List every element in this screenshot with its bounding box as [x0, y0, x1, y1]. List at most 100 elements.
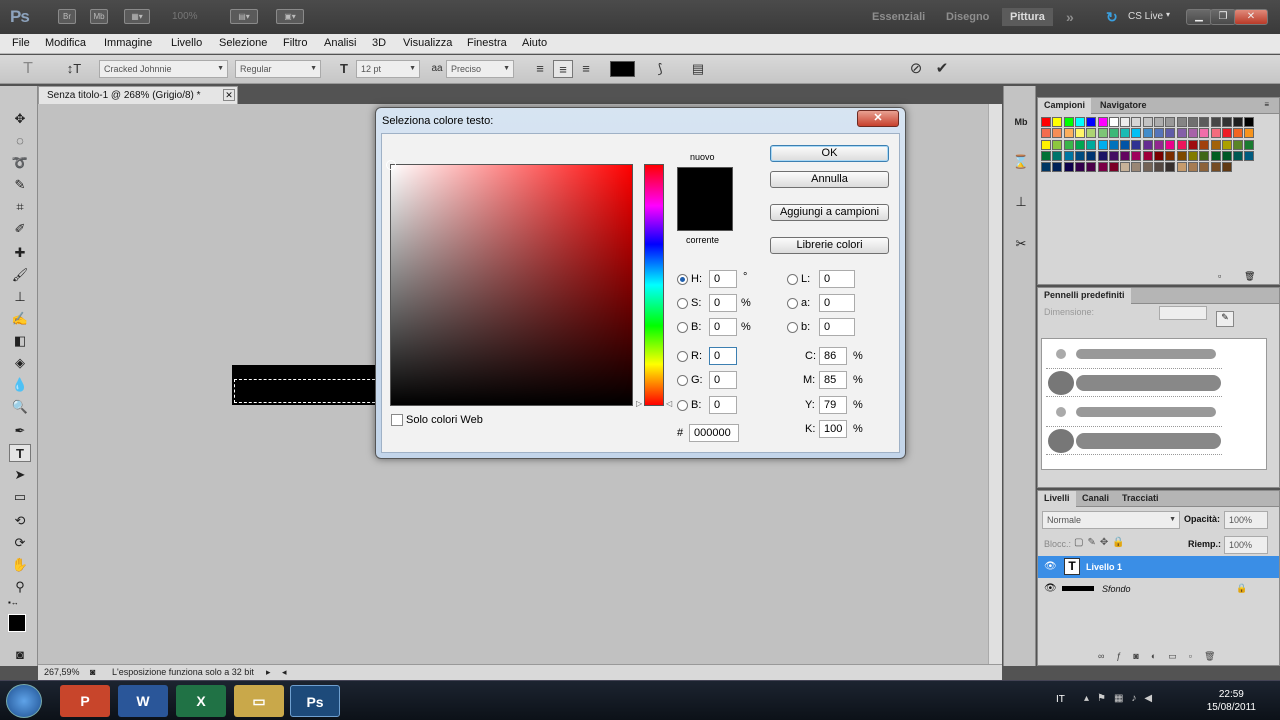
- color-swatch[interactable]: [1108, 162, 1119, 173]
- tab-canali[interactable]: Canali: [1076, 491, 1115, 507]
- color-swatch[interactable]: [1233, 128, 1244, 139]
- minibridge-icon[interactable]: Mb: [90, 9, 108, 24]
- color-swatch[interactable]: [1233, 117, 1244, 127]
- color-swatch[interactable]: [1187, 139, 1198, 150]
- color-swatch[interactable]: [1086, 150, 1097, 161]
- color-swatch[interactable]: [1063, 128, 1074, 139]
- color-swatch[interactable]: [1210, 150, 1221, 161]
- hue-slider-right-handle[interactable]: ◁: [666, 399, 672, 408]
- color-swatch[interactable]: [1187, 150, 1198, 161]
- color-swatch[interactable]: [1120, 128, 1131, 139]
- color-swatch[interactable]: [1221, 162, 1232, 173]
- color-swatch[interactable]: [1041, 117, 1051, 127]
- color-swatch[interactable]: [1131, 150, 1142, 161]
- color-swatch[interactable]: [1063, 117, 1074, 127]
- font-size-select[interactable]: 12 pt ▼: [356, 60, 420, 78]
- color-swatch[interactable]: [1041, 150, 1051, 161]
- color-swatch[interactable]: [1041, 128, 1051, 139]
- taskbar-word[interactable]: W: [118, 685, 168, 717]
- healing-brush-icon[interactable]: ✚: [9, 244, 31, 262]
- dialog-close-button[interactable]: ✕: [857, 110, 899, 127]
- color-swatch[interactable]: [1074, 117, 1085, 127]
- color-swatch[interactable]: [1244, 128, 1255, 139]
- menu-visualizza[interactable]: Visualizza: [403, 37, 452, 49]
- cancel-edit-icon[interactable]: ⊘: [906, 60, 926, 78]
- layer-name[interactable]: Sfondo: [1102, 584, 1131, 594]
- layer-row-sfondo[interactable]: 👁 Sfondo 🔒: [1038, 578, 1279, 600]
- color-swatch[interactable]: [1233, 139, 1244, 150]
- arrange-documents-icon[interactable]: ▤▾: [230, 9, 258, 24]
- color-swatch[interactable]: [1097, 128, 1108, 139]
- warp-text-icon[interactable]: ⟆: [650, 60, 670, 78]
- red-input[interactable]: 0: [709, 347, 737, 365]
- zoom-level[interactable]: 267,59%: [44, 667, 80, 677]
- saturation-input[interactable]: 0: [709, 294, 737, 312]
- lab-b-radio[interactable]: [787, 322, 798, 333]
- color-swatch[interactable]: [1074, 162, 1085, 173]
- close-button[interactable]: ✕: [1234, 9, 1268, 25]
- menu-modifica[interactable]: Modifica: [45, 37, 86, 49]
- clone-source-icon[interactable]: ⊥: [1011, 192, 1031, 212]
- brush-item[interactable]: [1046, 427, 1222, 455]
- color-swatch[interactable]: [1199, 162, 1210, 173]
- color-swatch[interactable]: [1086, 117, 1097, 127]
- color-swatch[interactable]: [1131, 162, 1142, 173]
- color-swatch[interactable]: [1097, 150, 1108, 161]
- tab-livelli[interactable]: Livelli: [1038, 491, 1076, 507]
- green-input[interactable]: 0: [709, 371, 737, 389]
- menu-immagine[interactable]: Immagine: [104, 37, 152, 49]
- color-swatch[interactable]: [1142, 139, 1153, 150]
- menu-3d[interactable]: 3D: [372, 37, 386, 49]
- color-swatch[interactable]: [1086, 162, 1097, 173]
- taskbar-photoshop[interactable]: Ps: [290, 685, 340, 717]
- color-swatch[interactable]: [1074, 150, 1085, 161]
- brush-item[interactable]: [1046, 341, 1222, 369]
- color-field[interactable]: [390, 164, 633, 406]
- color-swatch[interactable]: [1142, 162, 1153, 173]
- red-radio[interactable]: [677, 351, 688, 362]
- menu-livello[interactable]: Livello: [171, 37, 202, 49]
- tab-tracciati[interactable]: Tracciati: [1116, 491, 1165, 507]
- add-to-swatches-button[interactable]: Aggiungi a campioni: [770, 204, 889, 221]
- color-swatch[interactable]: [1187, 162, 1198, 173]
- color-swatch[interactable]: [1221, 139, 1232, 150]
- font-style-select[interactable]: Regular ▼: [235, 60, 321, 78]
- color-swatch[interactable]: [1244, 150, 1255, 161]
- status-menu-icon[interactable]: ▸: [266, 667, 271, 678]
- web-colors-checkbox[interactable]: [391, 414, 403, 426]
- color-swatch[interactable]: [1187, 117, 1198, 127]
- color-swatch[interactable]: [1131, 128, 1142, 139]
- blue-input[interactable]: 0: [709, 396, 737, 414]
- brush-item[interactable]: [1046, 369, 1222, 397]
- menu-file[interactable]: File: [12, 37, 30, 49]
- path-selection-icon[interactable]: ➤: [9, 466, 31, 484]
- type-tool-icon[interactable]: T: [9, 444, 31, 462]
- fill-input[interactable]: 100%: [1224, 536, 1268, 554]
- lab-a-radio[interactable]: [787, 298, 798, 309]
- text-color-swatch[interactable]: [610, 61, 635, 77]
- lab-l-radio[interactable]: [787, 274, 798, 285]
- blur-tool-icon[interactable]: 💧: [9, 376, 31, 394]
- menu-finestra[interactable]: Finestra: [467, 37, 507, 49]
- blend-mode-select[interactable]: Normale ▼: [1042, 511, 1180, 529]
- history-panel-icon[interactable]: ⌛: [1011, 152, 1031, 172]
- color-swatch[interactable]: [1187, 128, 1198, 139]
- zoom-combo[interactable]: 100%: [172, 11, 198, 22]
- minimize-button[interactable]: ▁: [1186, 9, 1212, 25]
- more-workspaces-icon[interactable]: »: [1066, 9, 1074, 25]
- eye-icon[interactable]: 👁: [1044, 561, 1057, 572]
- color-swatch[interactable]: [1221, 128, 1232, 139]
- text-layer-canvas[interactable]: [232, 365, 382, 405]
- delete-swatch-icon[interactable]: 🗑: [1244, 271, 1255, 282]
- color-swatch[interactable]: [1176, 117, 1187, 127]
- bridge-icon[interactable]: Br: [58, 9, 76, 24]
- color-swatch[interactable]: [1074, 139, 1085, 150]
- 3d-orbit-icon[interactable]: ⟳: [9, 534, 31, 552]
- blue-radio[interactable]: [677, 400, 688, 411]
- color-swatch[interactable]: [1199, 117, 1210, 127]
- color-swatch[interactable]: [1063, 162, 1074, 173]
- brush-list[interactable]: [1041, 338, 1267, 470]
- tab-campioni[interactable]: Campioni: [1038, 98, 1092, 114]
- lab-l-input[interactable]: 0: [819, 270, 855, 288]
- brush-size-slider[interactable]: [1159, 306, 1207, 320]
